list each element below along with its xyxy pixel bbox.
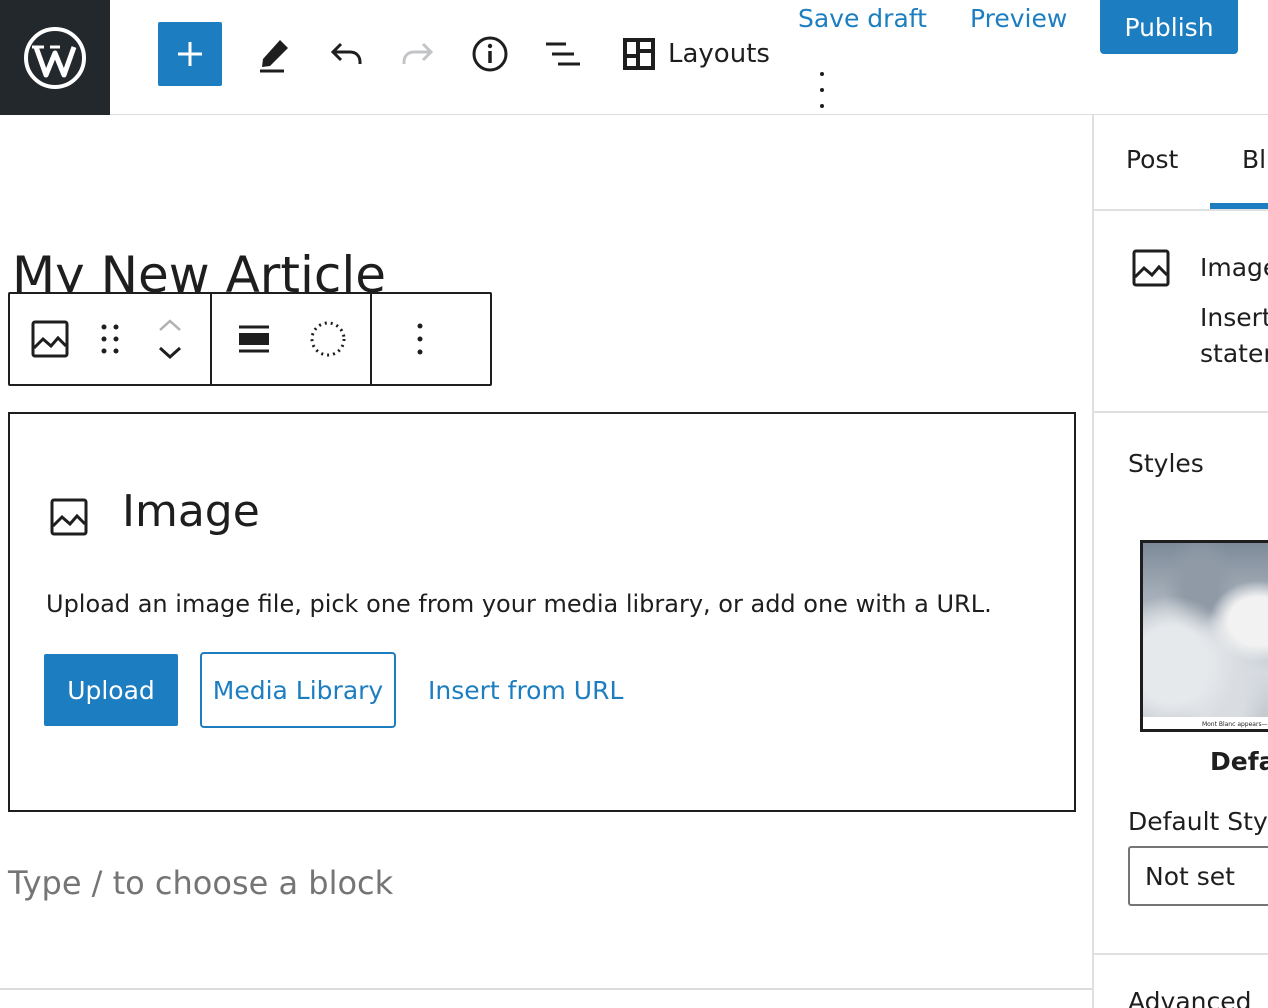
sidebar-divider [1094,411,1268,413]
block-toolbar-group-3 [372,294,468,384]
advanced-panel-heading[interactable]: Advanced [1128,987,1252,1008]
wordpress-logo-icon [24,26,86,89]
block-toolbar-group-1 [10,294,210,384]
settings-sidebar: Post Bl Image Insert stater Styles Mont … [1092,115,1268,1008]
move-down-icon[interactable] [157,346,183,360]
tab-post[interactable]: Post [1126,145,1178,174]
layouts-label: Layouts [668,39,770,69]
drag-handle-icon [101,324,119,354]
block-options-button[interactable] [390,294,450,384]
save-draft-button[interactable]: Save draft [798,4,927,33]
details-button[interactable] [466,30,514,78]
post-title[interactable]: My New Article [12,250,386,294]
style-name: Defa [1210,747,1268,776]
insert-from-url-button[interactable]: Insert from URL [428,654,623,726]
style-preview-caption: Mont Blanc appears—still, s [1201,721,1268,728]
block-toolbar-group-2 [212,294,370,384]
default-style-label: Default Styl [1128,807,1268,836]
editor-bottom-divider [0,988,1092,990]
style-preview-image [1143,543,1268,717]
plus-icon [178,42,202,66]
media-library-button[interactable]: Media Library [200,652,396,728]
duotone-icon [310,321,346,357]
publish-button[interactable]: Publish [1100,0,1238,54]
styles-panel-heading[interactable]: Styles [1128,449,1204,478]
redo-icon [402,42,434,64]
block-card-icon [1132,249,1170,291]
layouts-icon [623,38,655,70]
wordpress-logo[interactable] [0,0,110,115]
image-icon [50,498,88,536]
move-buttons[interactable] [140,294,200,384]
default-block-appender[interactable]: Type / to choose a block [8,864,393,902]
move-up-icon[interactable] [157,318,183,332]
list-view-icon [546,42,580,66]
edit-icon [260,40,288,73]
block-type-button[interactable] [20,294,80,384]
image-icon [1132,249,1170,287]
sidebar-divider [1094,209,1268,211]
redo-button[interactable] [394,30,442,78]
align-icon [239,325,269,353]
image-block-icon [31,320,69,358]
tab-block[interactable]: Bl [1242,145,1266,174]
upload-button[interactable]: Upload [44,654,178,726]
undo-button[interactable] [322,30,370,78]
undo-icon [330,42,362,64]
drag-handle-button[interactable] [80,294,140,384]
block-toolbar [8,292,492,386]
layouts-button[interactable]: Layouts [622,30,770,78]
edit-tool-button[interactable] [250,30,298,78]
image-placeholder-icon [50,498,88,540]
block-card-description-line1: Insert [1200,303,1268,332]
info-icon [472,36,508,72]
block-inserter-button[interactable] [158,22,222,86]
default-style-select[interactable]: Not set [1128,846,1268,906]
duotone-button[interactable] [298,294,358,384]
list-view-button[interactable] [538,30,586,78]
more-vertical-icon [820,72,824,76]
block-card-description-line2: stater [1200,339,1268,368]
block-card-title: Image [1200,253,1268,282]
options-icon [417,323,423,355]
options-menu-button[interactable] [810,72,834,108]
image-block-placeholder[interactable]: Image Upload an image file, pick one fro… [8,412,1076,812]
preview-button[interactable]: Preview [970,4,1067,33]
style-preview-default[interactable]: Mont Blanc appears—still, s [1140,540,1268,732]
sidebar-divider [1094,953,1268,955]
image-block-title: Image [122,486,260,537]
image-block-instructions: Upload an image file, pick one from your… [46,590,992,618]
align-button[interactable] [224,294,284,384]
